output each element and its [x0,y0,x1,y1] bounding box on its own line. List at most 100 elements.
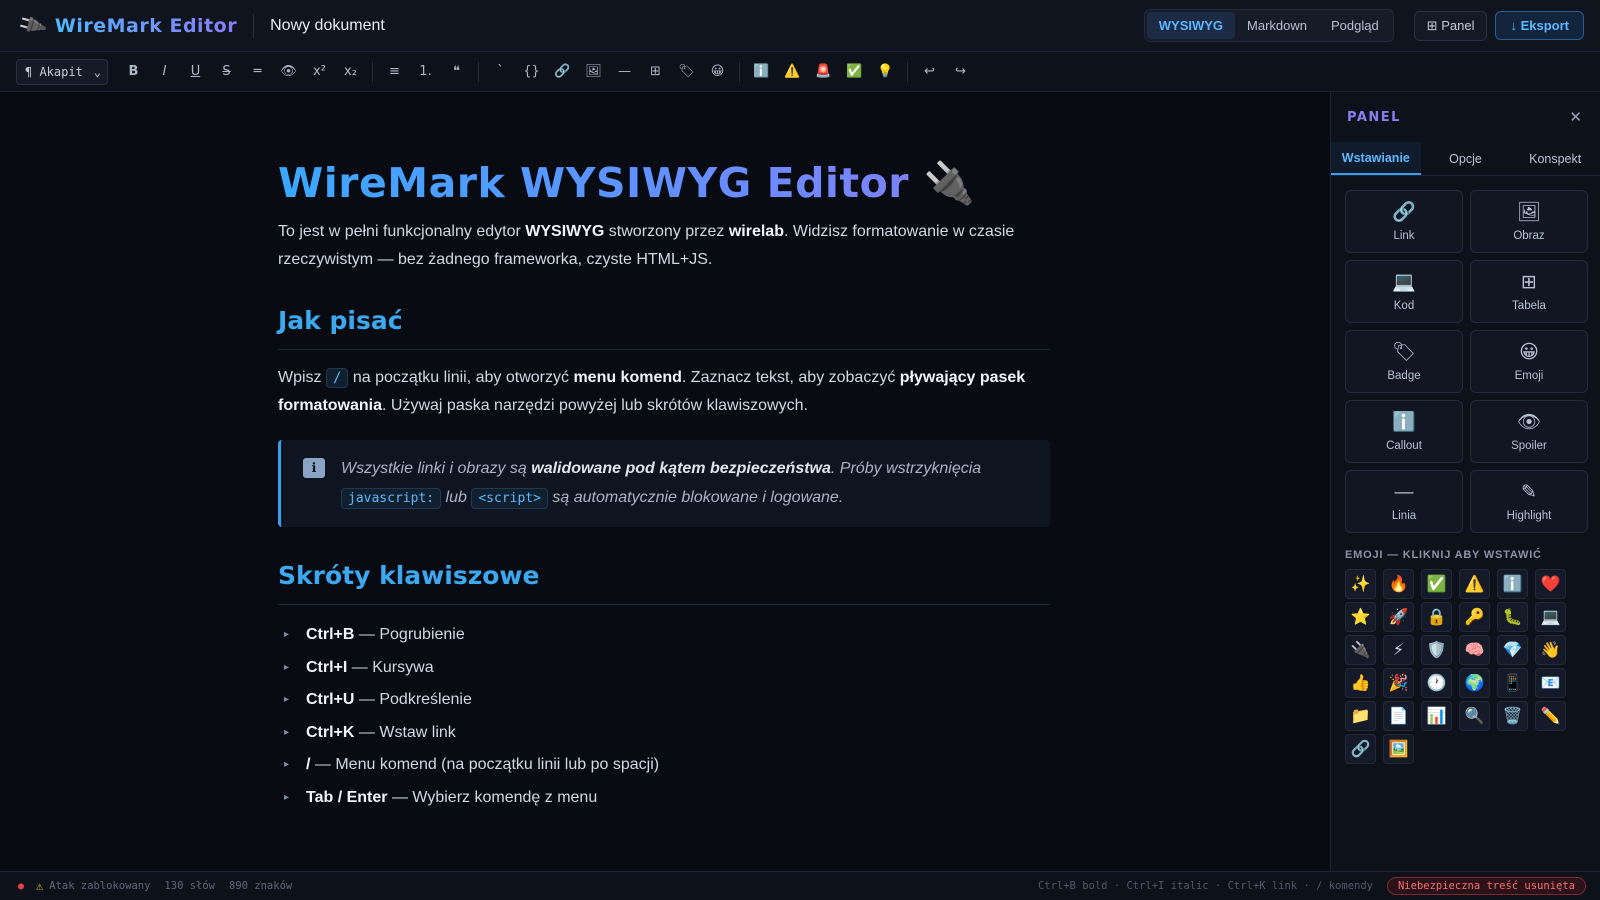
list-item[interactable]: ▸ Ctrl+U — Podkreślenie [278,684,1050,717]
emoji-button[interactable]: 🗑️ [1497,701,1528,731]
tab-insert[interactable]: Wstawianie [1331,142,1421,175]
insert-obraz-button[interactable]: 🖼 Obraz [1470,190,1588,253]
image-button[interactable]: 🖼 [578,58,609,86]
close-icon[interactable]: ✕ [1569,108,1582,126]
bullet-list-button[interactable]: ≡ [379,58,410,86]
emoji-button[interactable]: 😀 [702,58,733,86]
emoji-button[interactable]: 🔌 [1345,635,1376,665]
panel-toggle-button[interactable]: ⊞ Panel [1413,10,1488,41]
strikethrough-button[interactable]: S [211,58,242,86]
block-type-select[interactable]: ¶ Akapit ⌄ [16,58,108,85]
shortcut-list[interactable]: ▸ Ctrl+B — Pogrubienie ▸ Ctrl+I — Kursywa ▸ C… [278,619,1050,814]
howto-paragraph[interactable]: Wpisz / na początku linii, aby otworzyć … [278,364,1050,420]
spoiler-button[interactable]: 👁 [273,58,304,86]
bold-button[interactable]: B [118,58,149,86]
emoji-button[interactable]: ℹ️ [1497,569,1528,599]
tab-options[interactable]: Opcje [1421,142,1511,175]
mode-markdown-button[interactable]: Markdown [1235,12,1319,39]
tab-outline[interactable]: Konspekt [1510,142,1600,175]
emoji-button[interactable]: 🎉 [1383,668,1414,698]
insert-spoiler-button[interactable]: 👁 Spoiler [1470,400,1588,463]
italic-button[interactable]: I [149,58,180,86]
superscript-button[interactable]: x² [304,58,335,86]
dangerous-content-badge[interactable]: Niebezpieczna treść usunięta [1386,877,1586,895]
list-item[interactable]: ▸ Ctrl+I — Kursywa [278,652,1050,685]
emoji-button[interactable]: 📄 [1383,701,1414,731]
list-item[interactable]: ▸ Ctrl+K — Wstaw link [278,717,1050,750]
emoji-button[interactable]: 🔑 [1459,602,1490,632]
list-item[interactable]: ▸ Ctrl+B — Pogrubienie [278,619,1050,652]
insert-callout-button[interactable]: ℹ️ Callout [1345,400,1463,463]
emoji-button[interactable]: 🔍 [1459,701,1490,731]
document-heading-1[interactable]: WireMark WYSIWYG Editor 🔌 [278,160,1050,206]
mode-preview-button[interactable]: Podgląd [1319,12,1391,39]
mode-wysiwyg-button[interactable]: WYSIWYG [1146,12,1236,39]
emoji-button[interactable]: ✨ [1345,569,1376,599]
emoji-button[interactable]: 🌍 [1459,668,1490,698]
side-panel: PANEL ✕ Wstawianie Opcje Konspekt 🔗 Link 🖼… [1330,92,1600,871]
document-content[interactable]: WireMark WYSIWYG Editor 🔌 To jest w pełn… [278,160,1050,814]
table-button[interactable]: ⊞ [640,58,671,86]
emoji-button[interactable]: 📊 [1421,701,1452,731]
emoji-button[interactable]: 🧠 [1459,635,1490,665]
emoji-button[interactable]: 👍 [1345,668,1376,698]
insert-linia-button[interactable]: — Linia [1345,470,1463,533]
insert-link-button[interactable]: 🔗 Link [1345,190,1463,253]
callout-success-button[interactable]: ✅ [839,58,870,86]
link-button[interactable]: 🔗 [547,58,578,86]
emoji-button[interactable]: 🔒 [1421,602,1452,632]
horizontal-rule-button[interactable]: — [609,58,640,86]
insert-label: Obraz [1513,229,1545,242]
highlight-button[interactable]: ═ [242,58,273,86]
heading-shortcuts[interactable]: Skróty klawiszowe [278,561,1050,605]
callout-warning-button[interactable]: ⚠️ [777,58,808,86]
callout-info-button[interactable]: ℹ️ [746,58,777,86]
emoji-button[interactable]: 🕐 [1421,668,1452,698]
insert-kod-button[interactable]: 💻 Kod [1345,260,1463,323]
emoji-button[interactable]: 🐛 [1497,602,1528,632]
list-item[interactable]: ▸ / — Menu komend (na początku linii lub … [278,749,1050,782]
emoji-button[interactable]: ⚠️ [1459,569,1490,599]
emoji-button[interactable]: 👋 [1535,635,1566,665]
emoji-button[interactable]: 💻 [1535,602,1566,632]
emoji-button[interactable]: 📧 [1535,668,1566,698]
emoji-button[interactable]: 📱 [1497,668,1528,698]
heading-how-to-write[interactable]: Jak pisać [278,306,1050,350]
insert-tabela-button[interactable]: ⊞ Tabela [1470,260,1588,323]
emoji-button[interactable]: 📁 [1345,701,1376,731]
emoji-button[interactable]: 🔥 [1383,569,1414,599]
subscript-button[interactable]: x₂ [335,58,366,86]
badge-button[interactable]: 🏷 [671,58,702,86]
list-item[interactable]: ▸ Tab / Enter — Wybierz komendę z menu [278,782,1050,815]
emoji-button[interactable]: 🔗 [1345,734,1376,764]
emoji-button[interactable]: ✅ [1421,569,1452,599]
emoji-button[interactable]: 🛡️ [1421,635,1452,665]
ordered-list-button[interactable]: 1. [410,58,441,86]
info-callout[interactable]: ℹ Wszystkie linki i obrazy są walidowane… [278,440,1050,527]
callout-tip-button[interactable]: 💡 [870,58,901,86]
insert-label: Kod [1393,299,1415,312]
underline-button[interactable]: U [180,58,211,86]
emoji-button[interactable]: 🖼️ [1383,734,1414,764]
emoji-button[interactable]: ⚡ [1383,635,1414,665]
insert-highlight-button[interactable]: ✎ Highlight [1470,470,1588,533]
export-button[interactable]: ↓ Eksport [1495,11,1584,40]
quote-button[interactable]: ❝ [441,58,472,86]
callout-danger-button[interactable]: 🚨 [808,58,839,86]
code-block-button[interactable]: {} [516,58,547,86]
intro-paragraph[interactable]: To jest w pełni funkcjonalny edytor WYSI… [278,218,1050,274]
insert-badge-button[interactable]: 🏷 Badge [1345,330,1463,393]
redo-button[interactable]: ↪ [945,58,976,86]
editor-area[interactable]: WireMark WYSIWYG Editor 🔌 To jest w pełn… [0,92,1330,871]
insert-emoji-button[interactable]: 😀 Emoji [1470,330,1588,393]
emoji-button[interactable]: ⭐ [1345,602,1376,632]
inline-code-button[interactable]: ` [485,58,516,86]
emoji-button[interactable]: 💎 [1497,635,1528,665]
emoji-button[interactable]: ❤️ [1535,569,1566,599]
emoji-button[interactable]: 🚀 [1383,602,1414,632]
shortcut-key: Ctrl+B [306,626,355,643]
undo-button[interactable]: ↩ [914,58,945,86]
shortcut-description: — Podkreślenie [354,691,472,708]
document-title[interactable]: Nowy dokument [270,17,385,35]
emoji-button[interactable]: ✏️ [1535,701,1566,731]
